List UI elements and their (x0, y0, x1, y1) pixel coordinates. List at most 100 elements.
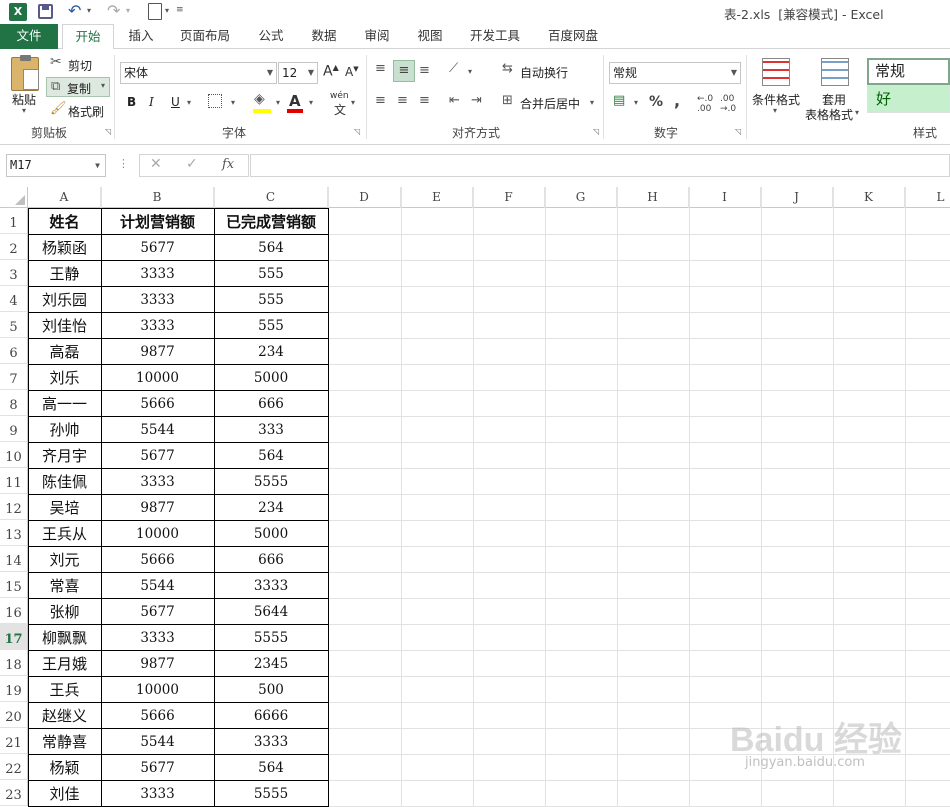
clipboard-dialog-launcher-icon[interactable]: ◹ (105, 127, 111, 136)
value-cell[interactable]: 5677 (101, 754, 214, 780)
underline-dropdown-icon[interactable]: ▾ (187, 98, 191, 107)
row-header[interactable]: 4 (0, 286, 28, 312)
phonetic-dropdown-icon[interactable]: ▾ (351, 98, 355, 107)
value-cell[interactable]: 333 (214, 416, 328, 442)
tab-insert[interactable]: 插入 (119, 24, 163, 49)
row-header[interactable]: 17 (0, 624, 28, 650)
row-header[interactable]: 6 (0, 338, 28, 364)
cut-icon[interactable]: ✂ (50, 54, 62, 70)
name-cell[interactable]: 刘佳 (28, 780, 101, 806)
value-cell[interactable]: 5677 (101, 234, 214, 260)
decrease-font-size-icon[interactable]: A▼ (345, 65, 359, 79)
value-cell[interactable]: 3333 (101, 624, 214, 650)
row-header[interactable]: 20 (0, 702, 28, 728)
column-header[interactable]: I (689, 187, 761, 208)
conditional-format-dropdown-icon[interactable]: ▾ (773, 106, 777, 115)
align-top-icon[interactable]: ≡ (375, 61, 386, 76)
value-cell[interactable]: 5000 (214, 520, 328, 546)
value-cell[interactable]: 666 (214, 390, 328, 416)
save-icon[interactable] (38, 4, 53, 19)
fill-color-dropdown-icon[interactable]: ▾ (276, 98, 280, 107)
row-header[interactable]: 13 (0, 520, 28, 546)
value-cell[interactable]: 5555 (214, 468, 328, 494)
row-header[interactable]: 14 (0, 546, 28, 572)
merge-center-icon[interactable]: ⊞ (502, 93, 513, 108)
accounting-format-dropdown-icon[interactable]: ▾ (634, 98, 638, 107)
select-all-corner[interactable] (0, 187, 28, 208)
phonetic-button[interactable]: wén (330, 91, 349, 101)
number-format-select[interactable]: 常规 ▼ (609, 62, 741, 84)
print-preview-icon[interactable] (148, 3, 162, 20)
redo-icon[interactable]: ↷ (107, 1, 120, 20)
print-preview-dropdown-icon[interactable]: ▾ (165, 6, 169, 15)
row-header[interactable]: 8 (0, 390, 28, 416)
undo-dropdown-icon[interactable]: ▾ (87, 6, 91, 15)
row-header[interactable]: 18 (0, 650, 28, 676)
value-cell[interactable]: 555 (214, 312, 328, 338)
table-header-cell[interactable]: 计划营销额 (101, 208, 214, 234)
name-cell[interactable]: 杨颖 (28, 754, 101, 780)
orientation-icon[interactable]: ⟋ (449, 61, 458, 76)
conditional-format-icon[interactable] (762, 58, 790, 86)
format-painter-icon[interactable]: 🖌 (50, 101, 67, 116)
tab-view[interactable]: 视图 (409, 24, 451, 49)
decrease-indent-icon[interactable]: ⇤ (449, 93, 460, 108)
row-header[interactable]: 1 (0, 208, 28, 234)
font-name-select[interactable]: 宋体 ▼ (120, 62, 277, 84)
align-right-icon[interactable]: ≡ (419, 93, 430, 108)
tab-developer[interactable]: 开发工具 (462, 24, 528, 49)
table-header-cell[interactable]: 姓名 (28, 208, 101, 234)
align-bottom-icon[interactable]: ≡ (419, 63, 430, 78)
row-header[interactable]: 10 (0, 442, 28, 468)
name-cell[interactable]: 杨颖函 (28, 234, 101, 260)
value-cell[interactable]: 555 (214, 286, 328, 312)
value-cell[interactable]: 5666 (101, 390, 214, 416)
worksheet-grid[interactable]: ABCDEFGHIJKL 1 2 3 4 5 6 7 8 9 10 11 12 13 14 15 16 17 18… (0, 187, 950, 807)
tab-home[interactable]: 开始 (62, 24, 114, 50)
value-cell[interactable]: 564 (214, 234, 328, 260)
value-cell[interactable]: 5666 (101, 546, 214, 572)
accounting-format-icon[interactable]: ▤ (613, 93, 625, 108)
value-cell[interactable]: 234 (214, 338, 328, 364)
tab-baidu-netdisk[interactable]: 百度网盘 (540, 24, 606, 49)
value-cell[interactable]: 5666 (101, 702, 214, 728)
value-cell[interactable]: 5644 (214, 598, 328, 624)
number-dialog-launcher-icon[interactable]: ◹ (735, 127, 741, 136)
value-cell[interactable]: 3333 (101, 286, 214, 312)
name-box[interactable]: M17 ▼ (6, 154, 106, 177)
name-cell[interactable]: 王兵从 (28, 520, 101, 546)
value-cell[interactable]: 3333 (214, 728, 328, 754)
alignment-dialog-launcher-icon[interactable]: ◹ (593, 127, 599, 136)
name-cell[interactable]: 王月娥 (28, 650, 101, 676)
value-cell[interactable]: 666 (214, 546, 328, 572)
row-header[interactable]: 21 (0, 728, 28, 754)
name-cell[interactable]: 王静 (28, 260, 101, 286)
name-cell[interactable]: 张柳 (28, 598, 101, 624)
column-header[interactable]: B (101, 187, 214, 208)
align-middle-icon[interactable]: ≡ (393, 60, 415, 82)
name-cell[interactable]: 常喜 (28, 572, 101, 598)
name-cell[interactable]: 刘乐 (28, 364, 101, 390)
table-format-dropdown-icon[interactable]: ▾ (855, 108, 859, 117)
increase-indent-icon[interactable]: ⇥ (471, 93, 482, 108)
decrease-decimal-icon[interactable]: .00 →.0 (720, 94, 736, 114)
increase-decimal-icon[interactable]: ←.0.00 (697, 94, 713, 114)
undo-icon[interactable]: ↶ (68, 1, 81, 20)
merge-center-button[interactable]: 合并后居中 (520, 95, 580, 112)
name-cell[interactable]: 齐月宇 (28, 442, 101, 468)
name-cell[interactable]: 赵继义 (28, 702, 101, 728)
row-header[interactable]: 9 (0, 416, 28, 442)
column-header[interactable]: K (833, 187, 905, 208)
name-cell[interactable]: 吴培 (28, 494, 101, 520)
value-cell[interactable]: 5677 (101, 598, 214, 624)
row-header[interactable]: 22 (0, 754, 28, 780)
row-header[interactable]: 15 (0, 572, 28, 598)
row-header[interactable]: 16 (0, 598, 28, 624)
column-header[interactable]: F (473, 187, 545, 208)
align-center-icon[interactable]: ≡ (397, 93, 408, 108)
column-header[interactable]: C (214, 187, 328, 208)
formula-input[interactable] (250, 154, 950, 177)
paste-icon[interactable] (11, 55, 39, 91)
row-header[interactable]: 11 (0, 468, 28, 494)
name-cell[interactable]: 柳飘飘 (28, 624, 101, 650)
